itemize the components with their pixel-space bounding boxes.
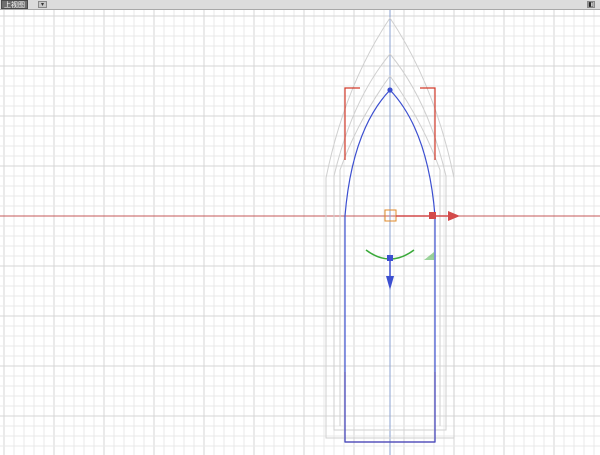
chevron-down-icon[interactable]: ▾ bbox=[38, 1, 47, 8]
viewport-titlebar: 上视图 ▾ ◧ bbox=[0, 0, 600, 10]
viewport-options-icon[interactable]: ◧ bbox=[587, 1, 595, 8]
move-x-box[interactable] bbox=[429, 212, 436, 219]
move-y-box[interactable] bbox=[387, 255, 393, 261]
viewport-top[interactable]: 上视图 ▾ ◧ bbox=[0, 0, 600, 455]
construction-grid bbox=[0, 10, 600, 455]
shape-vertex-top bbox=[387, 87, 393, 93]
arrow-down-icon[interactable] bbox=[386, 276, 394, 290]
viewport-label[interactable]: 上视图 bbox=[1, 0, 28, 9]
scene-canvas[interactable] bbox=[0, 10, 600, 455]
axis-lines bbox=[0, 10, 600, 455]
